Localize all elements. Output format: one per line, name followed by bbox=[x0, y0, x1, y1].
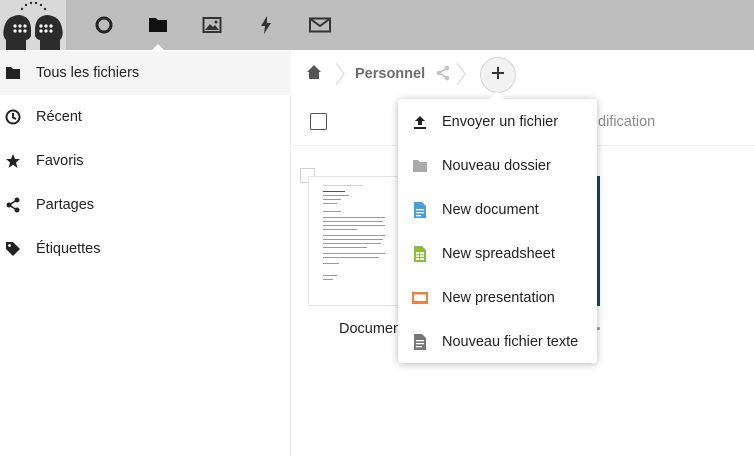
menu-item-label: New document bbox=[442, 202, 539, 218]
doc-preview-line bbox=[323, 221, 383, 222]
menu-item-new-document[interactable]: New document bbox=[398, 188, 597, 232]
menu-item-upload-file[interactable]: Envoyer un fichier bbox=[398, 100, 597, 144]
document-icon bbox=[412, 202, 428, 218]
sidebar-item-all-files[interactable]: Tous les fichiers bbox=[0, 51, 291, 95]
star-icon bbox=[5, 153, 21, 169]
lightning-icon bbox=[259, 15, 273, 35]
share-icon bbox=[5, 197, 21, 213]
home-icon bbox=[306, 64, 322, 85]
add-new-button[interactable] bbox=[480, 57, 516, 93]
doc-preview-line bbox=[323, 247, 367, 248]
doc-preview-line bbox=[323, 239, 383, 240]
dashboard-app-button[interactable] bbox=[77, 0, 131, 50]
doc-preview-line bbox=[323, 257, 379, 258]
doc-preview-line bbox=[323, 225, 385, 226]
menu-item-label: New spreadsheet bbox=[442, 246, 555, 262]
two-heads-logo[interactable] bbox=[0, 0, 66, 50]
doc-preview-line bbox=[323, 243, 381, 244]
presentation-icon bbox=[412, 290, 428, 306]
spreadsheet-icon bbox=[412, 246, 428, 262]
doc-preview-line bbox=[323, 279, 333, 280]
folder-icon bbox=[5, 65, 21, 81]
image-icon bbox=[202, 16, 222, 34]
sidebar-item-shares[interactable]: Partages bbox=[0, 183, 291, 227]
sidebar-item-label: Étiquettes bbox=[36, 241, 101, 257]
sidebar-item-favorites[interactable]: Favoris bbox=[0, 139, 291, 183]
doc-preview-line bbox=[323, 229, 357, 230]
sidebar-item-label: Tous les fichiers bbox=[36, 65, 140, 81]
doc-preview-line bbox=[323, 195, 349, 196]
doc-preview-line bbox=[323, 199, 341, 200]
photos-app-button[interactable] bbox=[185, 0, 239, 50]
sidebar-navigation: Tous les fichiers Récent Favoris Partage… bbox=[0, 50, 291, 456]
doc-preview-line bbox=[323, 211, 341, 212]
breadcrumb: Personnel bbox=[292, 50, 754, 98]
file-name[interactable]: Documen bbox=[339, 321, 401, 337]
menu-item-new-folder[interactable]: Nouveau dossier bbox=[398, 144, 597, 188]
sidebar-item-label: Favoris bbox=[36, 153, 84, 169]
doc-preview-line bbox=[323, 185, 363, 186]
plus-icon bbox=[491, 66, 505, 85]
doc-preview-line bbox=[323, 275, 337, 276]
menu-item-label: New presentation bbox=[442, 290, 555, 306]
menu-caret bbox=[489, 91, 505, 99]
sidebar-item-recent[interactable]: Récent bbox=[0, 95, 291, 139]
menu-item-label: Nouveau dossier bbox=[442, 158, 551, 174]
share-folder-icon[interactable] bbox=[435, 65, 451, 81]
column-modified-header[interactable]: dification bbox=[598, 114, 655, 130]
new-file-menu: Envoyer un fichier Nouveau dossier New d… bbox=[398, 91, 597, 364]
sidebar-item-tags[interactable]: Étiquettes bbox=[0, 227, 291, 271]
circle-icon bbox=[94, 15, 114, 35]
doc-preview-line bbox=[323, 235, 385, 236]
breadcrumb-home[interactable] bbox=[304, 64, 324, 84]
sidebar-item-label: Récent bbox=[36, 109, 82, 125]
doc-preview-line bbox=[323, 203, 337, 204]
folder-icon bbox=[412, 158, 428, 174]
file-thumbnail[interactable] bbox=[308, 176, 400, 306]
doc-preview-line bbox=[323, 191, 345, 192]
folder-icon bbox=[148, 16, 168, 34]
upload-icon bbox=[412, 114, 428, 130]
text-file-icon bbox=[412, 334, 428, 350]
mail-app-button[interactable] bbox=[293, 0, 347, 50]
menu-item-label: Envoyer un fichier bbox=[442, 114, 559, 130]
menu-item-new-presentation[interactable]: New presentation bbox=[398, 276, 597, 320]
menu-item-label: Nouveau fichier texte bbox=[442, 334, 579, 350]
mail-icon bbox=[309, 17, 331, 33]
activity-app-button[interactable] bbox=[239, 0, 293, 50]
doc-preview-line bbox=[323, 217, 385, 218]
doc-preview-line bbox=[323, 263, 339, 264]
menu-item-new-spreadsheet[interactable]: New spreadsheet bbox=[398, 232, 597, 276]
top-header bbox=[0, 0, 754, 51]
clock-icon bbox=[5, 109, 21, 125]
tag-icon bbox=[5, 241, 21, 257]
files-app-button[interactable] bbox=[131, 0, 185, 51]
breadcrumb-separator-icon bbox=[335, 62, 345, 86]
doc-preview-line bbox=[323, 253, 385, 254]
sidebar-item-label: Partages bbox=[36, 197, 95, 213]
file-actions-icon[interactable] bbox=[597, 327, 600, 330]
menu-item-new-text-file[interactable]: Nouveau fichier texte bbox=[398, 320, 597, 364]
breadcrumb-current-folder[interactable]: Personnel bbox=[355, 66, 425, 82]
breadcrumb-separator-icon bbox=[456, 62, 466, 86]
select-all-checkbox[interactable] bbox=[310, 113, 327, 130]
